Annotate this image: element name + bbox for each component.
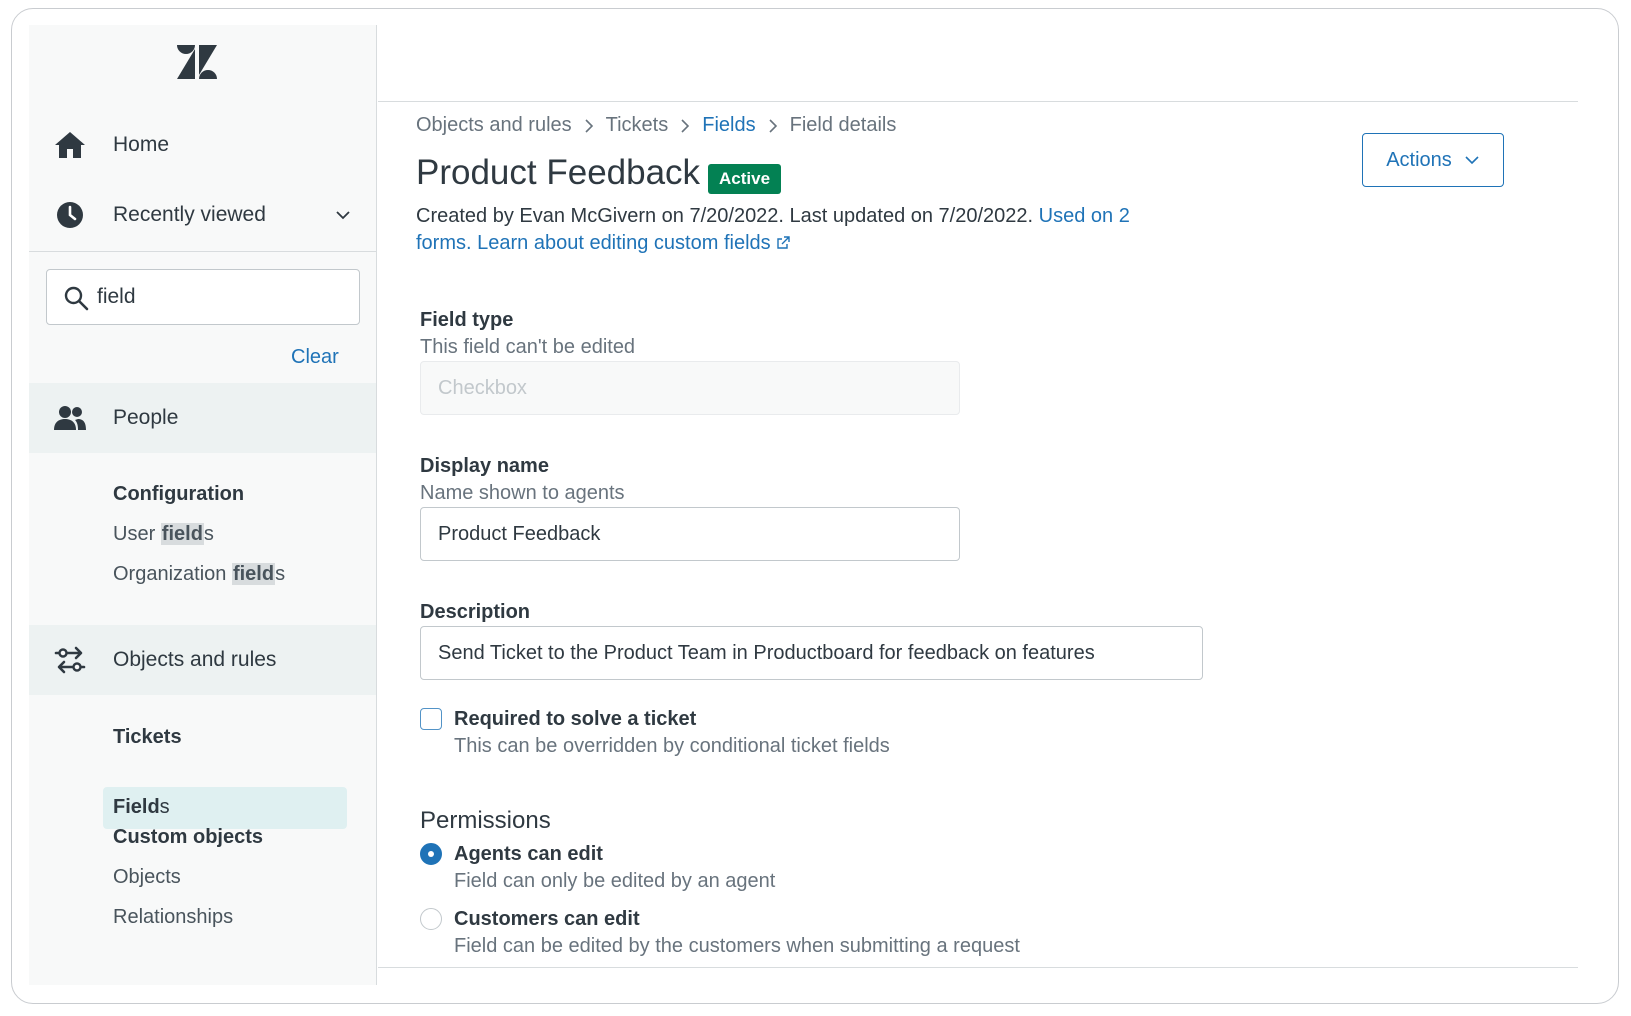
nav-objects-and-rules[interactable]: Objects and rules bbox=[29, 625, 376, 695]
chevron-right-icon bbox=[769, 118, 777, 133]
chevron-right-icon bbox=[585, 118, 593, 133]
sidebar: Home Recently viewed Clear People Config… bbox=[29, 25, 377, 985]
sidebar-item-relationships[interactable]: Relationships bbox=[113, 906, 233, 929]
chevron-down-icon bbox=[1465, 156, 1479, 165]
display-name-hint: Name shown to agents bbox=[420, 482, 625, 504]
display-name-input[interactable] bbox=[420, 507, 960, 561]
nav-recently-viewed-label: Recently viewed bbox=[113, 203, 266, 226]
required-label[interactable]: Required to solve a ticket bbox=[454, 708, 696, 731]
user-fields-prefix: User bbox=[113, 523, 161, 545]
customers-can-edit-label[interactable]: Customers can edit bbox=[454, 908, 640, 931]
user-fields-suffix: s bbox=[203, 523, 214, 545]
breadcrumb-objects-and-rules[interactable]: Objects and rules bbox=[416, 114, 572, 137]
search-icon bbox=[64, 286, 89, 311]
created-updated-text: Created by Evan McGivern on 7/20/2022. L… bbox=[416, 205, 1039, 227]
chevron-right-icon bbox=[681, 118, 690, 133]
objects-rules-icon bbox=[53, 643, 87, 677]
tickets-heading: Tickets bbox=[113, 726, 182, 748]
clear-search-link[interactable]: Clear bbox=[291, 346, 339, 369]
search-input[interactable] bbox=[97, 280, 347, 314]
field-type-hint: This field can't be edited bbox=[420, 336, 636, 358]
nav-objects-and-rules-label: Objects and rules bbox=[113, 648, 277, 671]
search-match-highlight: field bbox=[231, 563, 276, 585]
customers-can-edit-hint: Field can be edited by the customers whe… bbox=[454, 935, 1020, 957]
sidebar-item-fields-label: Fields bbox=[113, 796, 170, 819]
permissions-title: Permissions bbox=[420, 807, 551, 834]
breadcrumb-fields[interactable]: Fields bbox=[702, 114, 755, 137]
field-type-label: Field type bbox=[420, 309, 514, 331]
breadcrumb-field-details: Field details bbox=[789, 114, 897, 136]
custom-objects-heading: Custom objects bbox=[113, 826, 264, 848]
agents-can-edit-hint: Field can only be edited by an agent bbox=[454, 870, 776, 892]
search-match-highlight: Field bbox=[113, 796, 160, 818]
sidebar-item-objects[interactable]: Objects bbox=[113, 866, 181, 889]
breadcrumb-tickets[interactable]: Tickets bbox=[606, 114, 669, 137]
search-match-highlight: field bbox=[160, 523, 204, 545]
required-hint: This can be overridden by conditional ti… bbox=[454, 735, 890, 757]
required-checkbox[interactable] bbox=[420, 708, 442, 730]
clock-icon bbox=[53, 198, 87, 232]
footer-divider bbox=[378, 967, 1578, 968]
search-box bbox=[46, 269, 360, 325]
field-type-input: Checkbox bbox=[420, 361, 960, 415]
chevron-down-icon[interactable] bbox=[334, 206, 352, 224]
description-input[interactable] bbox=[420, 626, 1203, 680]
sidebar-divider bbox=[29, 251, 376, 252]
main-content: Objects and rules Tickets Fields Field d… bbox=[378, 25, 1618, 985]
description-label: Description bbox=[420, 601, 531, 623]
org-fields-suffix: s bbox=[275, 563, 286, 585]
page-title: Product Feedback bbox=[416, 153, 701, 192]
learn-editing-link[interactable]: Learn about editing custom fields bbox=[477, 232, 791, 254]
breadcrumb: Objects and rules Tickets Fields Field d… bbox=[416, 114, 896, 137]
zendesk-logo[interactable] bbox=[177, 45, 217, 79]
external-link-icon bbox=[776, 236, 790, 249]
home-icon bbox=[53, 128, 87, 162]
agents-can-edit-radio[interactable] bbox=[420, 843, 442, 865]
nav-people-label: People bbox=[113, 406, 179, 429]
configuration-heading: Configuration bbox=[113, 483, 245, 505]
actions-button-label: Actions bbox=[1386, 148, 1452, 171]
sidebar-item-fields[interactable]: Fields bbox=[103, 787, 347, 829]
field-metadata: Created by Evan McGivern on 7/20/2022. L… bbox=[416, 203, 1156, 257]
customers-can-edit-radio[interactable] bbox=[420, 908, 442, 930]
header-divider bbox=[378, 101, 1578, 102]
nav-people[interactable]: People bbox=[29, 383, 376, 453]
display-name-label: Display name bbox=[420, 455, 549, 477]
people-icon bbox=[53, 401, 87, 435]
org-fields-prefix: Organization bbox=[113, 563, 232, 585]
nav-home[interactable]: Home bbox=[29, 113, 376, 177]
nav-recently-viewed[interactable]: Recently viewed bbox=[29, 183, 376, 247]
sidebar-item-user-fields[interactable]: User fields bbox=[113, 523, 214, 546]
learn-editing-link-label: Learn about editing custom fields bbox=[477, 232, 771, 254]
fields-suffix: s bbox=[159, 796, 170, 818]
actions-button[interactable]: Actions bbox=[1362, 133, 1504, 187]
nav-home-label: Home bbox=[113, 133, 170, 156]
app-window: Home Recently viewed Clear People Config… bbox=[11, 8, 1619, 1004]
sidebar-item-organization-fields[interactable]: Organization fields bbox=[113, 563, 285, 586]
status-badge: Active bbox=[708, 164, 782, 194]
agents-can-edit-label[interactable]: Agents can edit bbox=[454, 843, 603, 866]
